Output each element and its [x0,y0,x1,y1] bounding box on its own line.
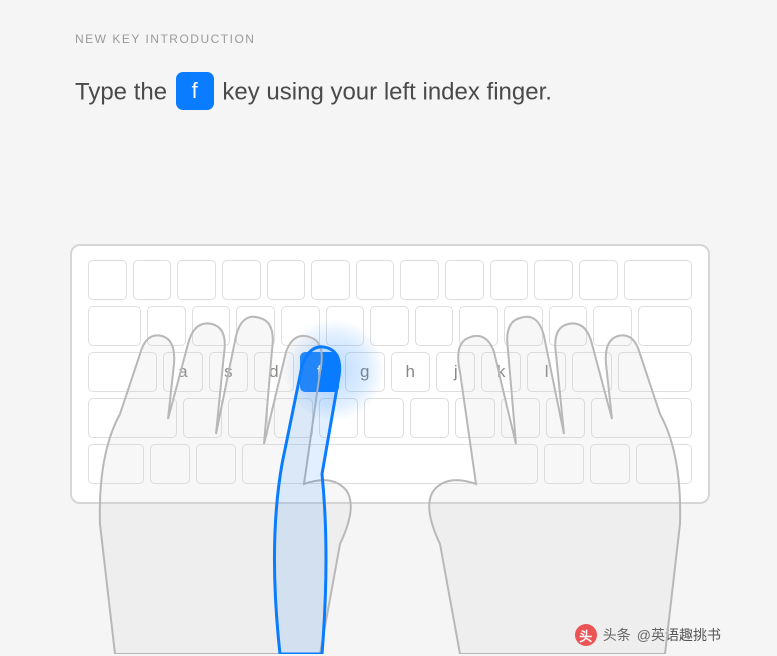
key-blank[interactable] [549,306,588,346]
key-a[interactable]: a [163,352,202,392]
key-mod[interactable] [150,444,190,484]
key-blank[interactable] [228,398,267,438]
key-tab[interactable] [88,306,141,346]
key-d[interactable]: d [254,352,293,392]
key-enter[interactable] [618,352,692,392]
watermark-account: @英语趣挑书 [637,625,721,645]
key-blank[interactable] [504,306,543,346]
key-blank[interactable] [459,306,498,346]
key-blank[interactable] [88,260,127,300]
key-g[interactable]: g [345,352,384,392]
key-shift-left[interactable] [88,398,177,438]
key-blank[interactable] [593,306,632,346]
watermark-prefix: 头条 [603,625,631,645]
key-l[interactable]: l [527,352,566,392]
section-eyebrow: NEW KEY INTRODUCTION [75,32,702,46]
key-blank[interactable] [364,398,403,438]
key-backslash[interactable] [638,306,692,346]
instruction-after: key using your left index finger. [216,78,552,105]
keyboard-row-2 [88,306,692,346]
instruction-key-badge: f [176,72,214,110]
key-blank[interactable] [445,260,484,300]
key-blank[interactable] [183,398,222,438]
key-j[interactable]: j [436,352,475,392]
key-blank[interactable] [311,260,350,300]
key-capslock[interactable] [88,352,157,392]
key-blank[interactable] [490,260,529,300]
key-blank[interactable] [455,398,494,438]
key-blank[interactable] [236,306,275,346]
key-f[interactable]: f [300,352,339,392]
key-blank[interactable] [534,260,573,300]
key-blank[interactable] [192,306,231,346]
keyboard-row-5 [88,444,692,484]
key-blank[interactable] [415,306,454,346]
key-space[interactable] [242,444,538,484]
key-blank[interactable] [319,398,358,438]
keyboard[interactable]: a s d f g h j k l [70,244,710,504]
instruction-before: Type the [75,78,174,105]
key-s[interactable]: s [209,352,248,392]
key-blank[interactable] [326,306,365,346]
instruction-text: Type the f key using your left index fin… [75,74,702,112]
keyboard-row-1 [88,260,692,300]
key-ctrl-left[interactable] [88,444,144,484]
key-blank[interactable] [579,260,618,300]
key-ctrl-right[interactable] [636,444,692,484]
keyboard-row-3: a s d f g h j k l [88,352,692,392]
watermark: 头 头条 @英语趣挑书 [575,624,721,646]
key-blank[interactable] [546,398,585,438]
key-k[interactable]: k [481,352,520,392]
key-backspace[interactable] [624,260,693,300]
key-blank[interactable] [267,260,306,300]
key-h[interactable]: h [391,352,430,392]
key-blank[interactable] [222,260,261,300]
key-shift-right[interactable] [591,398,691,438]
key-blank[interactable] [356,260,395,300]
key-blank[interactable] [501,398,540,438]
keyboard-row-4 [88,398,692,438]
key-blank[interactable] [147,306,186,346]
key-blank[interactable] [370,306,409,346]
key-alt-right[interactable] [544,444,584,484]
key-blank[interactable] [281,306,320,346]
key-mod[interactable] [590,444,630,484]
key-blank[interactable] [274,398,313,438]
watermark-icon: 头 [575,624,597,646]
key-blank[interactable] [400,260,439,300]
key-blank[interactable] [177,260,216,300]
key-blank[interactable] [133,260,172,300]
key-blank[interactable] [410,398,449,438]
key-alt-left[interactable] [196,444,236,484]
key-blank[interactable] [572,352,611,392]
